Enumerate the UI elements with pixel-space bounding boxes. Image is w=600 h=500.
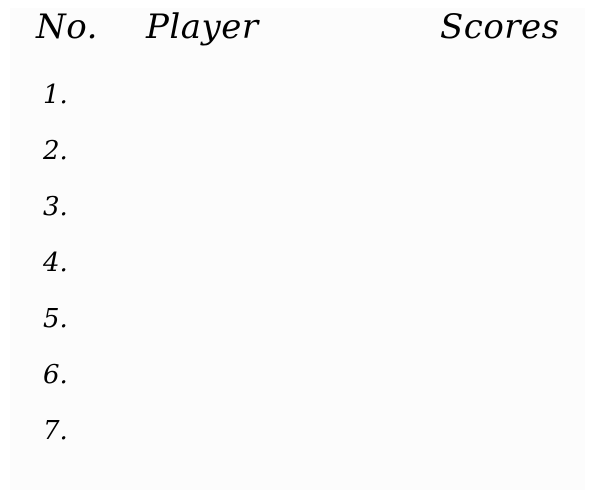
column-header-scores: Scores bbox=[440, 7, 560, 47]
leaderboard: No. Player Scores 1. 2. 3. 4. 5. 6. 7. bbox=[10, 7, 585, 490]
leaderboard-row: 5. bbox=[43, 304, 68, 334]
leaderboard-row: 7. bbox=[43, 416, 68, 446]
row-rank: 6. bbox=[43, 360, 68, 390]
row-rank: 7. bbox=[43, 416, 68, 446]
leaderboard-row: 4. bbox=[43, 248, 68, 278]
leaderboard-row: 3. bbox=[43, 192, 68, 222]
leaderboard-header: No. Player Scores bbox=[10, 7, 585, 48]
leaderboard-row: 2. bbox=[43, 136, 68, 166]
column-header-number: No. bbox=[36, 7, 98, 47]
row-rank: 3. bbox=[43, 192, 68, 222]
row-rank: 4. bbox=[43, 248, 68, 278]
leaderboard-row: 1. bbox=[43, 80, 68, 110]
column-header-player: Player bbox=[146, 7, 259, 47]
row-rank: 5. bbox=[43, 304, 68, 334]
row-rank: 1. bbox=[43, 80, 68, 110]
leaderboard-row: 6. bbox=[43, 360, 68, 390]
row-rank: 2. bbox=[43, 136, 68, 166]
